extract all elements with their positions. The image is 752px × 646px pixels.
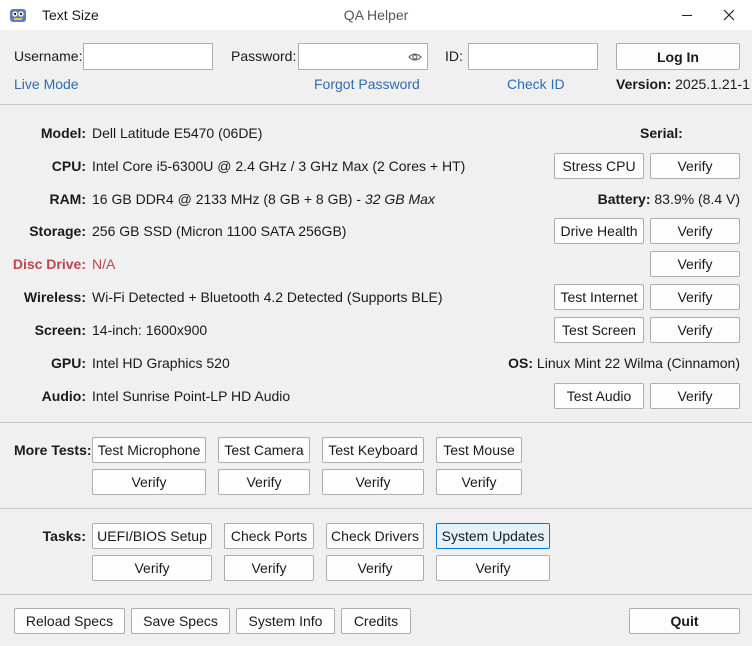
test-camera-button[interactable]: Test Camera (218, 437, 310, 463)
stress-cpu-button[interactable]: Stress CPU (554, 153, 644, 179)
gpu-value: Intel HD Graphics 520 (92, 355, 230, 371)
storage-verify-button[interactable]: Verify (650, 218, 740, 244)
wireless-label: Wireless: (23, 289, 86, 305)
separator (0, 508, 752, 509)
audio-value: Intel Sunrise Point-LP HD Audio (92, 388, 291, 404)
id-label: ID: (445, 48, 463, 64)
camera-verify-button[interactable]: Verify (218, 469, 310, 495)
separator (0, 594, 752, 595)
ram-label: RAM: (49, 191, 86, 207)
show-password-icon[interactable] (408, 51, 422, 63)
ram-value: 16 GB DDR4 @ 2133 MHz (8 GB + 8 GB) - (92, 191, 365, 207)
os-info: OS: Linux Mint 22 Wilma (Cinnamon) (508, 355, 740, 371)
test-audio-button[interactable]: Test Audio (554, 383, 644, 409)
separator (0, 422, 752, 423)
storage-value: 256 GB SSD (Micron 1100 SATA 256GB) (92, 223, 347, 239)
cpu-label: CPU: (51, 158, 86, 174)
battery-info: Battery: 83.9% (8.4 V) (598, 191, 740, 207)
os-label: OS: (508, 355, 534, 371)
check-id-link[interactable]: Check ID (507, 76, 565, 92)
save-specs-button[interactable]: Save Specs (131, 608, 230, 634)
forgot-password-link[interactable]: Forgot Password (314, 76, 420, 92)
credits-button[interactable]: Credits (341, 608, 411, 634)
more-tests-label: More Tests: (14, 442, 92, 458)
test-mouse-button[interactable]: Test Mouse (436, 437, 522, 463)
drive-health-button[interactable]: Drive Health (554, 218, 644, 244)
password-input[interactable] (298, 43, 428, 70)
ports-verify-button[interactable]: Verify (224, 555, 314, 581)
wireless-value: Wi-Fi Detected + Bluetooth 4.2 Detected … (92, 289, 443, 305)
check-drivers-button[interactable]: Check Drivers (326, 523, 424, 549)
separator (0, 104, 752, 105)
minimize-icon (682, 14, 692, 16)
close-icon (723, 9, 735, 21)
test-keyboard-button[interactable]: Test Keyboard (322, 437, 424, 463)
reload-specs-button[interactable]: Reload Specs (14, 608, 125, 634)
mouse-verify-button[interactable]: Verify (436, 469, 522, 495)
version-value: 2025.1.21-1 (675, 76, 750, 92)
app-name: QA Helper (343, 7, 409, 23)
updates-verify-button[interactable]: Verify (436, 555, 550, 581)
wireless-verify-button[interactable]: Verify (650, 284, 740, 310)
screen-value: 14-inch: 1600x900 (92, 322, 208, 338)
system-updates-button[interactable]: System Updates (436, 523, 550, 549)
uefi-verify-button[interactable]: Verify (92, 555, 212, 581)
test-internet-button[interactable]: Test Internet (554, 284, 644, 310)
ram-info: 16 GB DDR4 @ 2133 MHz (8 GB + 8 GB) - 32… (92, 191, 435, 207)
password-label: Password: (231, 48, 297, 64)
quit-button[interactable]: Quit (629, 608, 740, 634)
version-text: Version: 2025.1.21-1 (616, 76, 750, 92)
disc-verify-button[interactable]: Verify (650, 251, 740, 277)
gpu-label: GPU: (51, 355, 86, 371)
minimize-button[interactable] (664, 0, 710, 30)
keyboard-verify-button[interactable]: Verify (322, 469, 424, 495)
close-button[interactable] (706, 0, 752, 30)
check-ports-button[interactable]: Check Ports (224, 523, 314, 549)
uefi-bios-setup-button[interactable]: UEFI/BIOS Setup (92, 523, 212, 549)
cpu-verify-button[interactable]: Verify (650, 153, 740, 179)
cpu-value: Intel Core i5-6300U @ 2.4 GHz / 3 GHz Ma… (92, 158, 466, 174)
microphone-verify-button[interactable]: Verify (92, 469, 206, 495)
ram-max: 32 GB Max (364, 191, 435, 207)
screen-verify-button[interactable]: Verify (650, 317, 740, 343)
login-button[interactable]: Log In (616, 43, 740, 70)
screen-label: Screen: (34, 322, 86, 338)
audio-label: Audio: (41, 388, 86, 404)
os-value: Linux Mint 22 Wilma (Cinnamon) (536, 355, 740, 371)
battery-label: Battery: (597, 191, 651, 207)
drivers-verify-button[interactable]: Verify (326, 555, 424, 581)
storage-label: Storage: (29, 223, 86, 239)
audio-verify-button[interactable]: Verify (650, 383, 740, 409)
test-screen-button[interactable]: Test Screen (554, 317, 644, 343)
username-label: Username: (14, 48, 83, 64)
model-label: Model: (40, 125, 86, 141)
tasks-label: Tasks: (42, 528, 86, 544)
username-input[interactable] (83, 43, 213, 70)
serial-label: Serial: (640, 125, 683, 141)
id-input[interactable] (468, 43, 598, 70)
system-info-button[interactable]: System Info (236, 608, 335, 634)
live-mode-link[interactable]: Live Mode (14, 76, 79, 92)
test-microphone-button[interactable]: Test Microphone (92, 437, 206, 463)
version-label: Version: (616, 76, 672, 92)
disc-drive-label: Disc Drive: (12, 256, 86, 272)
disc-drive-value: N/A (92, 256, 116, 272)
battery-value: 83.9% (8.4 V) (654, 191, 740, 207)
model-value: Dell Latitude E5470 (06DE) (92, 125, 263, 141)
